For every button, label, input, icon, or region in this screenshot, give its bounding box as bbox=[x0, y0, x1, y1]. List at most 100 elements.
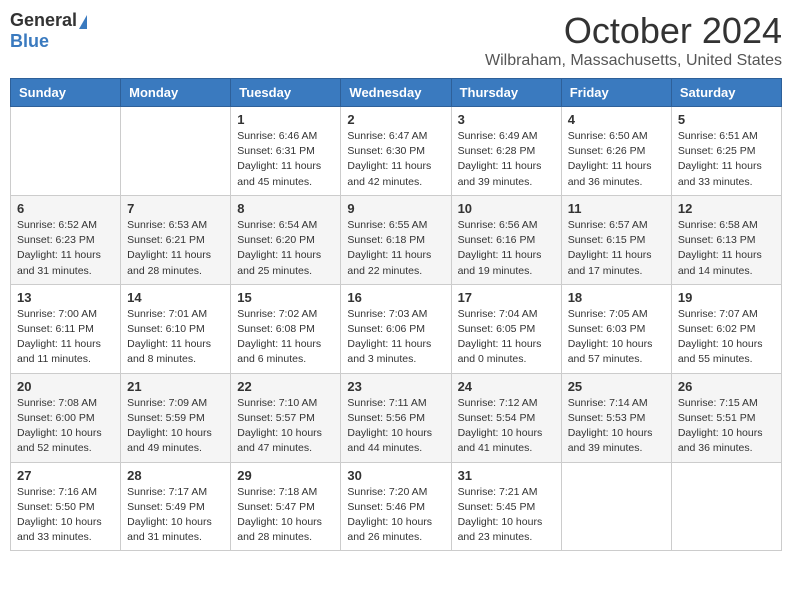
calendar-day-cell: 25 Sunrise: 7:14 AM Sunset: 5:53 PM Dayli… bbox=[561, 373, 671, 462]
day-info: Sunrise: 6:53 AM Sunset: 6:21 PM Dayligh… bbox=[127, 218, 224, 279]
day-number: 9 bbox=[347, 201, 444, 216]
day-number: 11 bbox=[568, 201, 665, 216]
day-info: Sunrise: 6:46 AM Sunset: 6:31 PM Dayligh… bbox=[237, 129, 334, 190]
calendar-header-row: SundayMondayTuesdayWednesdayThursdayFrid… bbox=[11, 79, 782, 107]
day-number: 12 bbox=[678, 201, 775, 216]
day-number: 25 bbox=[568, 379, 665, 394]
calendar-day-cell: 16 Sunrise: 7:03 AM Sunset: 6:06 PM Dayli… bbox=[341, 284, 451, 373]
location-title: Wilbraham, Massachusetts, United States bbox=[485, 52, 782, 70]
day-info: Sunrise: 6:55 AM Sunset: 6:18 PM Dayligh… bbox=[347, 218, 444, 279]
day-info: Sunrise: 7:01 AM Sunset: 6:10 PM Dayligh… bbox=[127, 307, 224, 368]
calendar-day-cell: 28Sunrise: 7:17 AM Sunset: 5:49 PM Dayli… bbox=[121, 462, 231, 551]
calendar-week-row: 27 Sunrise: 7:16 AM Sunset: 5:50 PM Dayli… bbox=[11, 462, 782, 551]
logo-icon bbox=[79, 15, 87, 29]
day-info: Sunrise: 7:21 AM Sunset: 5:45 PM Dayligh… bbox=[458, 485, 555, 546]
day-number: 2 bbox=[347, 112, 444, 127]
day-info: Sunrise: 7:09 AM Sunset: 5:59 PM Dayligh… bbox=[127, 396, 224, 457]
day-number: 10 bbox=[458, 201, 555, 216]
calendar-day-cell: 30 Sunrise: 7:20 AM Sunset: 5:46 PM Dayli… bbox=[341, 462, 451, 551]
calendar-week-row: 13 Sunrise: 7:00 AM Sunset: 6:11 PM Dayli… bbox=[11, 284, 782, 373]
calendar-day-cell: 24 Sunrise: 7:12 AM Sunset: 5:54 PM Dayli… bbox=[451, 373, 561, 462]
calendar-day-cell: 23 Sunrise: 7:11 AM Sunset: 5:56 PM Dayli… bbox=[341, 373, 451, 462]
day-number: 26 bbox=[678, 379, 775, 394]
calendar-table: SundayMondayTuesdayWednesdayThursdayFrid… bbox=[10, 78, 782, 551]
day-info: Sunrise: 7:03 AM Sunset: 6:06 PM Dayligh… bbox=[347, 307, 444, 368]
day-info: Sunrise: 6:58 AM Sunset: 6:13 PM Dayligh… bbox=[678, 218, 775, 279]
day-info: Sunrise: 7:11 AM Sunset: 5:56 PM Dayligh… bbox=[347, 396, 444, 457]
day-info: Sunrise: 7:14 AM Sunset: 5:53 PM Dayligh… bbox=[568, 396, 665, 457]
calendar-day-cell: 10 Sunrise: 6:56 AM Sunset: 6:16 PM Dayli… bbox=[451, 195, 561, 284]
day-number: 23 bbox=[347, 379, 444, 394]
day-number: 28 bbox=[127, 468, 224, 483]
calendar-week-row: 1 Sunrise: 6:46 AM Sunset: 6:31 PM Daylig… bbox=[11, 107, 782, 196]
day-info: Sunrise: 7:00 AM Sunset: 6:11 PM Dayligh… bbox=[17, 307, 114, 368]
day-number: 24 bbox=[458, 379, 555, 394]
calendar-day-header: Saturday bbox=[671, 79, 781, 107]
day-number: 14 bbox=[127, 290, 224, 305]
calendar-day-cell: 12 Sunrise: 6:58 AM Sunset: 6:13 PM Dayli… bbox=[671, 195, 781, 284]
calendar-day-cell bbox=[121, 107, 231, 196]
day-info: Sunrise: 7:12 AM Sunset: 5:54 PM Dayligh… bbox=[458, 396, 555, 457]
calendar-day-header: Friday bbox=[561, 79, 671, 107]
day-number: 7 bbox=[127, 201, 224, 216]
calendar-day-cell: 20 Sunrise: 7:08 AM Sunset: 6:00 PM Dayli… bbox=[11, 373, 121, 462]
day-info: Sunrise: 6:56 AM Sunset: 6:16 PM Dayligh… bbox=[458, 218, 555, 279]
day-number: 3 bbox=[458, 112, 555, 127]
calendar-day-cell: 8 Sunrise: 6:54 AM Sunset: 6:20 PM Daylig… bbox=[231, 195, 341, 284]
logo-general: General bbox=[10, 10, 77, 30]
calendar-week-row: 20 Sunrise: 7:08 AM Sunset: 6:00 PM Dayli… bbox=[11, 373, 782, 462]
calendar-day-cell: 21 Sunrise: 7:09 AM Sunset: 5:59 PM Dayli… bbox=[121, 373, 231, 462]
day-info: Sunrise: 7:05 AM Sunset: 6:03 PM Dayligh… bbox=[568, 307, 665, 368]
month-title: October 2024 bbox=[485, 10, 782, 52]
day-number: 8 bbox=[237, 201, 334, 216]
calendar-day-cell: 18Sunrise: 7:05 AM Sunset: 6:03 PM Dayli… bbox=[561, 284, 671, 373]
calendar-day-header: Thursday bbox=[451, 79, 561, 107]
day-info: Sunrise: 7:16 AM Sunset: 5:50 PM Dayligh… bbox=[17, 485, 114, 546]
calendar-day-cell: 26 Sunrise: 7:15 AM Sunset: 5:51 PM Dayli… bbox=[671, 373, 781, 462]
day-number: 30 bbox=[347, 468, 444, 483]
day-info: Sunrise: 7:10 AM Sunset: 5:57 PM Dayligh… bbox=[237, 396, 334, 457]
day-info: Sunrise: 6:51 AM Sunset: 6:25 PM Dayligh… bbox=[678, 129, 775, 190]
calendar-day-cell: 2Sunrise: 6:47 AM Sunset: 6:30 PM Daylig… bbox=[341, 107, 451, 196]
day-number: 5 bbox=[678, 112, 775, 127]
calendar-day-cell: 11 Sunrise: 6:57 AM Sunset: 6:15 PM Dayli… bbox=[561, 195, 671, 284]
calendar-day-cell: 4Sunrise: 6:50 AM Sunset: 6:26 PM Daylig… bbox=[561, 107, 671, 196]
day-info: Sunrise: 6:57 AM Sunset: 6:15 PM Dayligh… bbox=[568, 218, 665, 279]
calendar-day-cell: 17 Sunrise: 7:04 AM Sunset: 6:05 PM Dayli… bbox=[451, 284, 561, 373]
day-info: Sunrise: 6:49 AM Sunset: 6:28 PM Dayligh… bbox=[458, 129, 555, 190]
calendar-day-cell: 13 Sunrise: 7:00 AM Sunset: 6:11 PM Dayli… bbox=[11, 284, 121, 373]
day-number: 31 bbox=[458, 468, 555, 483]
day-number: 17 bbox=[458, 290, 555, 305]
day-number: 21 bbox=[127, 379, 224, 394]
calendar-day-cell: 9 Sunrise: 6:55 AM Sunset: 6:18 PM Daylig… bbox=[341, 195, 451, 284]
calendar-day-cell: 1 Sunrise: 6:46 AM Sunset: 6:31 PM Daylig… bbox=[231, 107, 341, 196]
day-number: 4 bbox=[568, 112, 665, 127]
day-info: Sunrise: 7:07 AM Sunset: 6:02 PM Dayligh… bbox=[678, 307, 775, 368]
calendar-day-cell: 5 Sunrise: 6:51 AM Sunset: 6:25 PM Daylig… bbox=[671, 107, 781, 196]
calendar-day-cell: 31 Sunrise: 7:21 AM Sunset: 5:45 PM Dayli… bbox=[451, 462, 561, 551]
day-info: Sunrise: 7:02 AM Sunset: 6:08 PM Dayligh… bbox=[237, 307, 334, 368]
logo: General Blue bbox=[10, 10, 87, 52]
day-info: Sunrise: 7:08 AM Sunset: 6:00 PM Dayligh… bbox=[17, 396, 114, 457]
title-area: October 2024 Wilbraham, Massachusetts, U… bbox=[485, 10, 782, 70]
day-info: Sunrise: 7:15 AM Sunset: 5:51 PM Dayligh… bbox=[678, 396, 775, 457]
day-number: 20 bbox=[17, 379, 114, 394]
day-number: 1 bbox=[237, 112, 334, 127]
calendar-day-cell: 19 Sunrise: 7:07 AM Sunset: 6:02 PM Dayli… bbox=[671, 284, 781, 373]
calendar-day-cell bbox=[561, 462, 671, 551]
day-info: Sunrise: 7:18 AM Sunset: 5:47 PM Dayligh… bbox=[237, 485, 334, 546]
day-number: 19 bbox=[678, 290, 775, 305]
day-number: 22 bbox=[237, 379, 334, 394]
day-info: Sunrise: 7:04 AM Sunset: 6:05 PM Dayligh… bbox=[458, 307, 555, 368]
calendar-day-cell: 3 Sunrise: 6:49 AM Sunset: 6:28 PM Daylig… bbox=[451, 107, 561, 196]
calendar-day-cell bbox=[11, 107, 121, 196]
day-number: 15 bbox=[237, 290, 334, 305]
day-info: Sunrise: 6:54 AM Sunset: 6:20 PM Dayligh… bbox=[237, 218, 334, 279]
calendar-day-header: Tuesday bbox=[231, 79, 341, 107]
calendar-day-cell: 29Sunrise: 7:18 AM Sunset: 5:47 PM Dayli… bbox=[231, 462, 341, 551]
day-info: Sunrise: 7:20 AM Sunset: 5:46 PM Dayligh… bbox=[347, 485, 444, 546]
calendar-day-cell: 15 Sunrise: 7:02 AM Sunset: 6:08 PM Dayli… bbox=[231, 284, 341, 373]
day-number: 27 bbox=[17, 468, 114, 483]
day-number: 16 bbox=[347, 290, 444, 305]
day-number: 13 bbox=[17, 290, 114, 305]
